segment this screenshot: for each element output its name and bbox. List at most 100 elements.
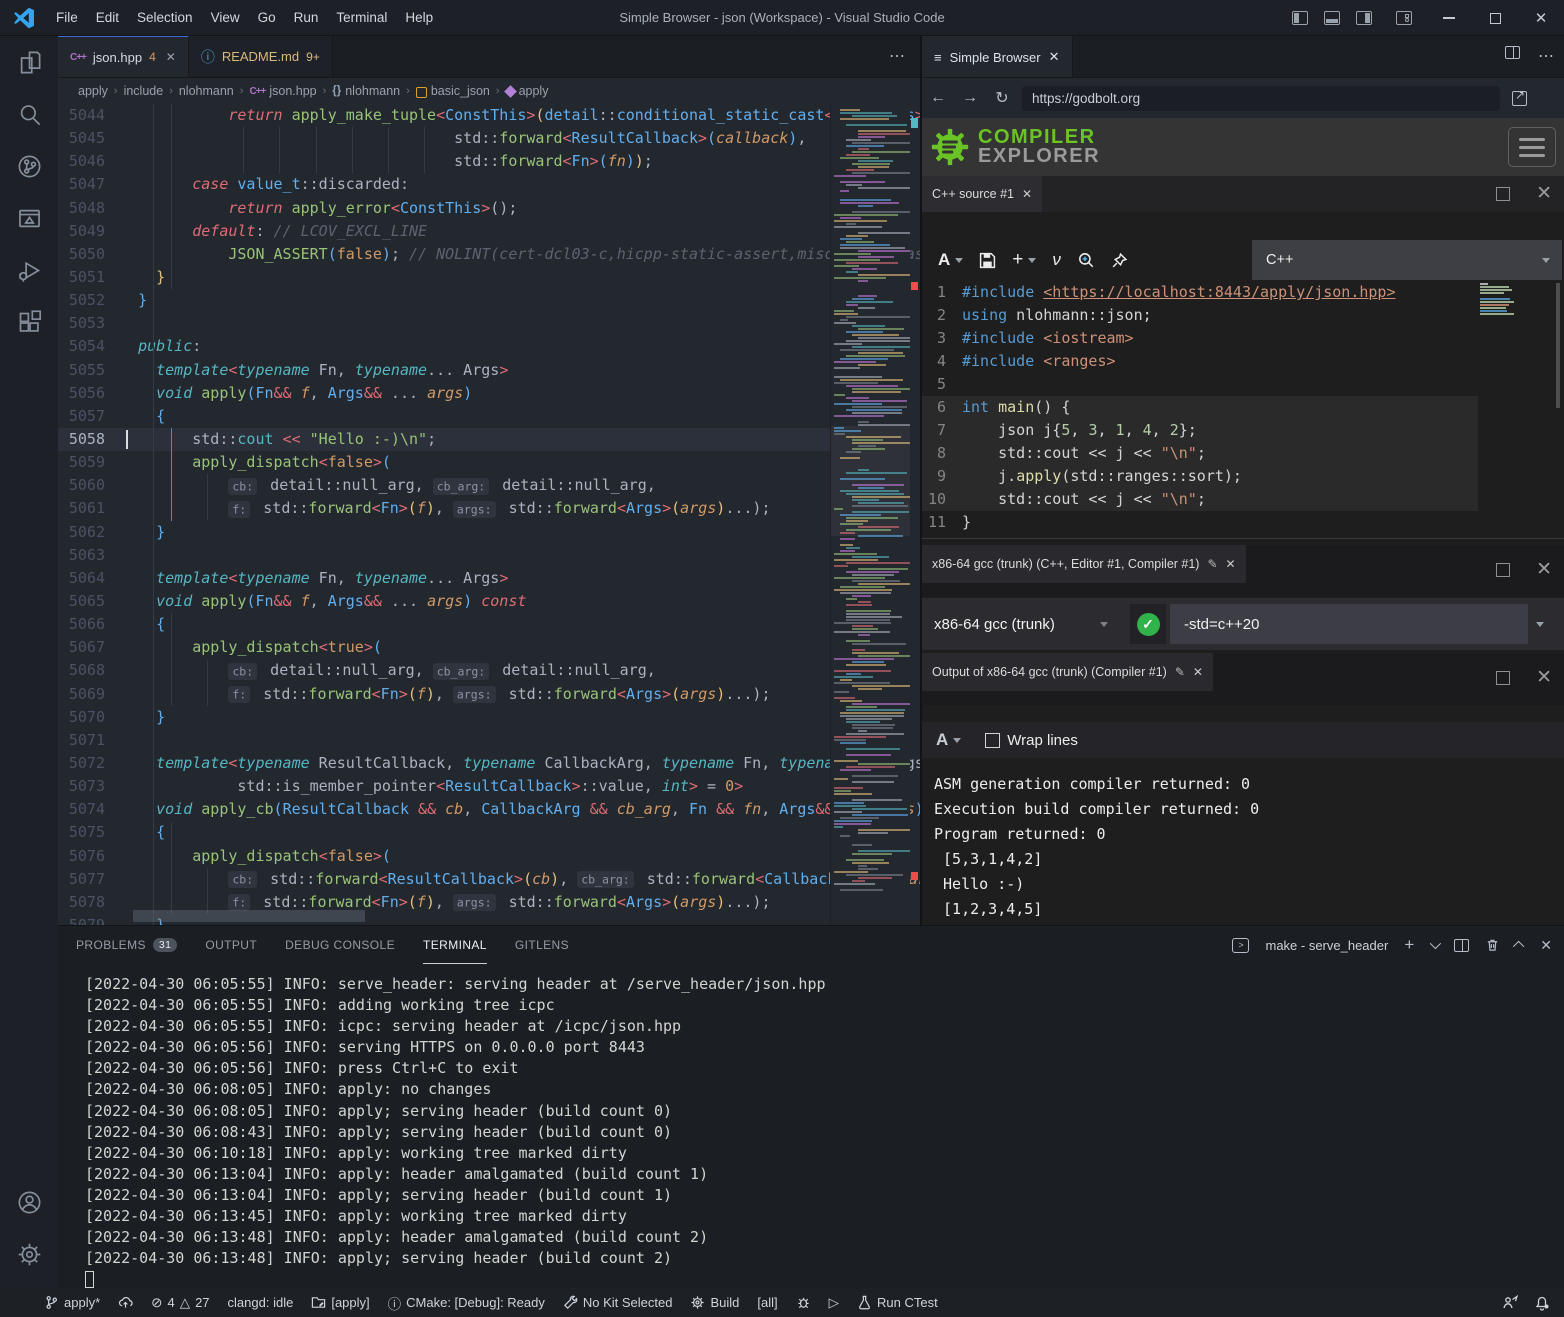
code-line[interactable]: 5048 return apply_error<ConstThis>();: [58, 197, 830, 220]
ce-code-line[interactable]: 2 using nlohmann::json;: [922, 304, 1478, 327]
code-line[interactable]: 5045 std::forward<ResultCallback>(callba…: [58, 127, 830, 150]
ce-code-line[interactable]: 11 }: [922, 511, 1478, 534]
ce-code-line[interactable]: 3 #include <iostream>: [922, 327, 1478, 350]
breadcrumb-item[interactable]: basic_json: [431, 84, 490, 98]
tab-readme-md[interactable]: ⓘ README.md 9+: [189, 36, 333, 77]
source-control-icon[interactable]: [0, 140, 58, 192]
code-line[interactable]: 5052 }: [58, 289, 830, 312]
customize-layout-icon[interactable]: [1396, 11, 1412, 25]
minimap[interactable]: [830, 104, 910, 925]
code-line[interactable]: 5075 {: [58, 821, 830, 844]
compiler-options-input[interactable]: -std=c++20: [1170, 604, 1528, 644]
close-tab-icon[interactable]: ✕: [1049, 49, 1060, 65]
active-folder[interactable]: [apply]: [311, 1295, 369, 1310]
back-icon[interactable]: ←: [922, 89, 954, 107]
extensions-icon[interactable]: [0, 296, 58, 348]
ce-code-line[interactable]: 1 #include <https://localhost:8443/apply…: [922, 281, 1478, 304]
kill-terminal-icon[interactable]: [1485, 937, 1500, 953]
ce-compiler-pane-title[interactable]: x86-64 gcc (trunk) (C++, Editor #1, Comp…: [922, 545, 1246, 583]
breadcrumb-item[interactable]: json.hpp: [269, 84, 316, 98]
ce-code-line[interactable]: 10 std::cout << j << "\n";: [922, 488, 1478, 511]
menu-item[interactable]: Run: [285, 0, 328, 36]
close-icon[interactable]: ✕: [1022, 187, 1032, 201]
ce-source-editor[interactable]: 1 #include <https://localhost:8443/apply…: [922, 281, 1478, 534]
tab-json-hpp[interactable]: C++ json.hpp 4 ✕: [58, 36, 189, 77]
reload-icon[interactable]: ↻: [986, 88, 1018, 108]
panel-tab[interactable]: DEBUG CONSOLE: [285, 926, 395, 964]
compiler-select[interactable]: x86-64 gcc (trunk): [922, 616, 1122, 633]
code-line[interactable]: 5071: [58, 729, 830, 752]
code-line[interactable]: 5050 JSON_ASSERT(false); // NOLINT(cert-…: [58, 243, 830, 266]
menu-item[interactable]: Help: [396, 0, 442, 36]
kit-status[interactable]: No Kit Selected: [563, 1295, 673, 1310]
code-line[interactable]: 5054 public:: [58, 335, 830, 358]
menu-item[interactable]: Go: [249, 0, 285, 36]
ce-code-line[interactable]: 8 std::cout << j << "\n";: [922, 442, 1478, 465]
menu-item[interactable]: Selection: [128, 0, 202, 36]
code-line[interactable]: 5049 default: // LCOV_EXCL_LINE: [58, 220, 830, 243]
panel-tab[interactable]: PROBLEMS 31: [76, 926, 177, 964]
code-line[interactable]: 5044 return apply_make_tuple<ConstThis>(…: [58, 104, 830, 127]
browser-more-actions-icon[interactable]: ⋯: [1538, 46, 1554, 66]
breadcrumb-item[interactable]: nlohmann: [345, 84, 400, 98]
code-line[interactable]: 5059 apply_dispatch<false>(: [58, 451, 830, 474]
panel-tab[interactable]: TERMINAL: [423, 926, 487, 964]
panel-tab[interactable]: OUTPUT: [205, 926, 257, 964]
breadcrumb-item[interactable]: nlohmann: [179, 84, 234, 98]
settings-gear-icon[interactable]: [0, 1228, 58, 1280]
code-line[interactable]: 5063: [58, 544, 830, 567]
ce-code-line[interactable]: 4 #include <ranges>: [922, 350, 1478, 373]
vim-mode-icon[interactable]: ν: [1052, 250, 1061, 270]
code-editor[interactable]: 5044 return apply_make_tuple<ConstThis>(…: [58, 104, 920, 925]
forward-icon[interactable]: →: [954, 89, 986, 107]
code-line[interactable]: 5073 std::is_member_pointer<ResultCallba…: [58, 775, 830, 798]
code-line[interactable]: 5077 cb: std::forward<ResultCallback>(cb…: [58, 868, 830, 891]
close-icon[interactable]: ✕: [1226, 557, 1236, 571]
open-external-icon[interactable]: [1512, 91, 1527, 106]
close-icon[interactable]: ✕: [1193, 665, 1203, 679]
terminal[interactable]: [2022-04-30 06:05:55] INFO: serve_header…: [85, 974, 826, 1293]
split-terminal-icon[interactable]: [1454, 939, 1469, 952]
language-select[interactable]: C++: [1252, 240, 1562, 280]
breadcrumb-item[interactable]: include: [124, 84, 164, 98]
notifications-bell-icon[interactable]: [1534, 1295, 1550, 1311]
tab-simple-browser[interactable]: ≡ Simple Browser ✕: [922, 36, 1073, 77]
options-dropdown-icon[interactable]: [1536, 622, 1544, 627]
ce-menu-icon[interactable]: [1508, 127, 1556, 167]
url-input[interactable]: https://godbolt.org: [1022, 86, 1500, 111]
maximize-pane-icon[interactable]: [1496, 187, 1510, 201]
code-line[interactable]: 5062 }: [58, 521, 830, 544]
ce-scrollbar[interactable]: [1556, 283, 1560, 408]
maximize-panel-icon[interactable]: [1513, 941, 1524, 952]
publish-icon[interactable]: [118, 1295, 133, 1310]
menu-item[interactable]: Terminal: [327, 0, 396, 36]
branch-status[interactable]: apply*: [44, 1295, 100, 1310]
panel-tab[interactable]: GITLENS: [515, 926, 569, 964]
ce-code-line[interactable]: 9 j.apply(std::ranges::sort);: [922, 465, 1478, 488]
font-size-icon[interactable]: A: [936, 730, 961, 750]
launch-icon[interactable]: ▷: [829, 1295, 839, 1311]
accounts-icon[interactable]: [0, 1176, 58, 1228]
rename-icon[interactable]: ✎: [1207, 557, 1217, 571]
terminal-session-title[interactable]: make - serve_header: [1265, 938, 1388, 953]
code-line[interactable]: 5069 f: std::forward<Fn>(f), args: std::…: [58, 683, 830, 706]
problems-status[interactable]: ⊘ 4 △ 27: [151, 1295, 209, 1311]
code-line[interactable]: 5070 }: [58, 706, 830, 729]
build-target[interactable]: [all]: [757, 1295, 777, 1310]
terminal-profile-dropdown-icon[interactable]: [1430, 938, 1441, 949]
code-line[interactable]: 5068 cb: detail::null_arg, cb_arg: detai…: [58, 659, 830, 682]
code-line[interactable]: 5065 void apply(Fn&& f, Args&& ... args)…: [58, 590, 830, 613]
close-window-button[interactable]: ✕: [1518, 0, 1564, 36]
menu-item[interactable]: File: [47, 0, 87, 36]
add-pane-icon[interactable]: +: [1012, 249, 1036, 271]
maximize-button[interactable]: [1472, 0, 1518, 36]
ce-source-tab[interactable]: C++ source #1 ✕: [922, 176, 1042, 212]
menu-item[interactable]: Edit: [87, 0, 128, 36]
clangd-status[interactable]: clangd: idle: [228, 1295, 294, 1310]
code-line[interactable]: 5046 std::forward<Fn>(fn));: [58, 150, 830, 173]
toggle-sidebar-icon[interactable]: [1292, 11, 1308, 25]
ctest-button[interactable]: Run CTest: [857, 1295, 938, 1310]
new-terminal-icon[interactable]: +: [1404, 935, 1414, 955]
wrap-lines-checkbox[interactable]: [985, 733, 1000, 748]
pin-icon[interactable]: [1111, 252, 1128, 269]
